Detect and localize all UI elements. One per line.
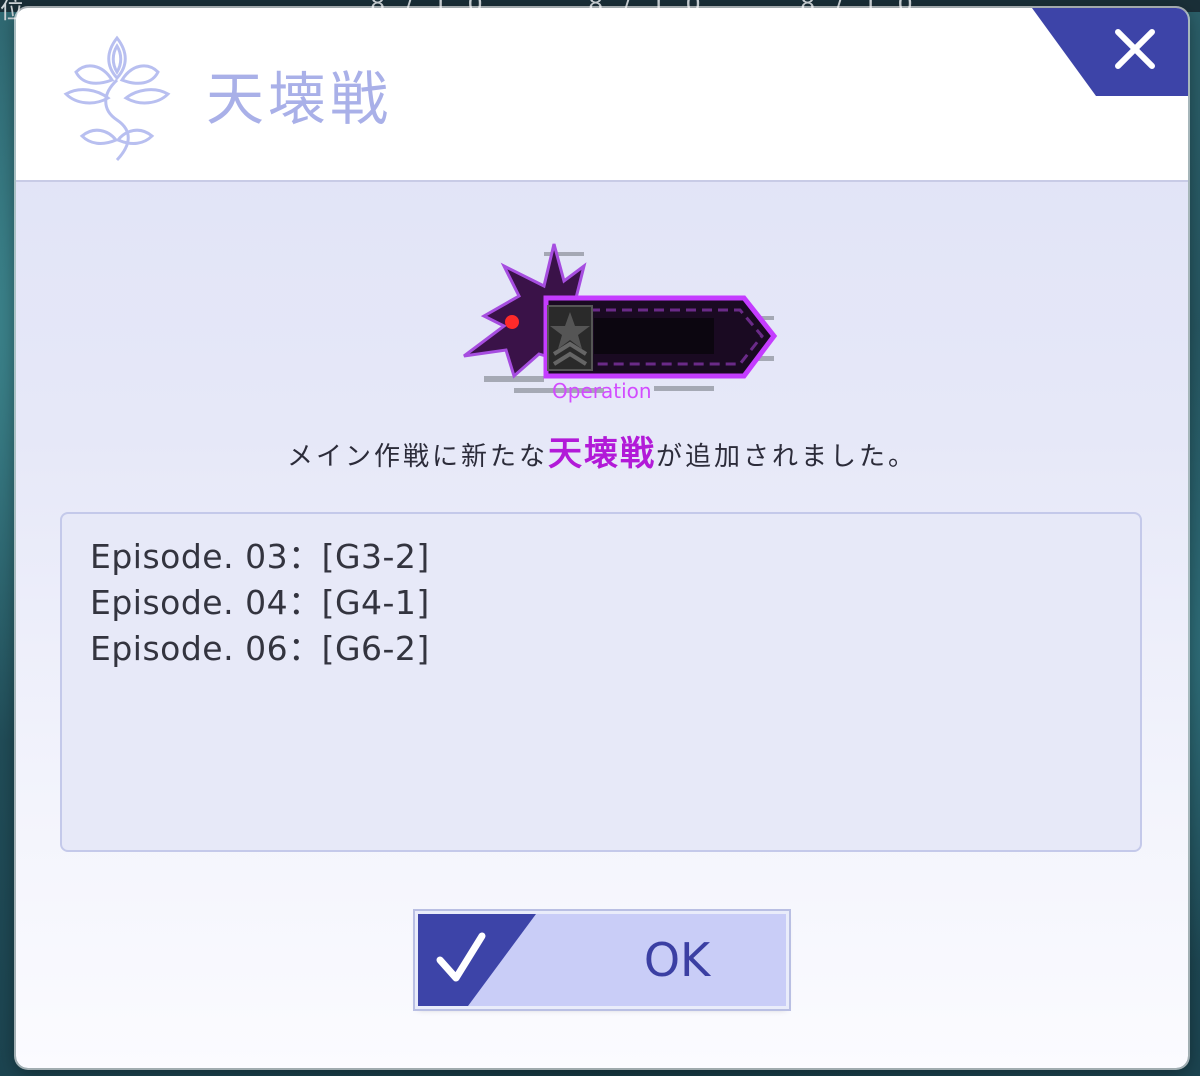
dialog-title: 天壊戦 xyxy=(206,65,393,133)
dialog-header: 天壊戦 xyxy=(16,8,1188,182)
message-text: が追加されました。 xyxy=(656,442,918,472)
message-highlight: 天壊戦 xyxy=(548,434,656,474)
list-item: Episode. 03：[G3-2] xyxy=(90,537,430,576)
banner-text: Operation xyxy=(552,379,652,403)
close-icon[interactable] xyxy=(1032,8,1188,96)
close-button[interactable] xyxy=(1032,8,1188,96)
ok-button-label[interactable]: OK xyxy=(568,914,786,1006)
operation-banner-icon: Operation xyxy=(463,243,778,403)
list-item: Episode. 04：[G4-1] xyxy=(90,583,430,622)
ok-button[interactable]: OK xyxy=(418,914,786,1006)
message-text: メイン作戦に新たな xyxy=(286,442,548,472)
list-item: Episode. 06：[G6-2] xyxy=(90,629,430,668)
flower-emblem-icon xyxy=(63,35,171,162)
new-operation-dialog: 天壊戦 Operation メイン作戦に新たな天壊戦が追加されました。 Epis… xyxy=(16,8,1188,1068)
notification-message: メイン作戦に新たな天壊戦が追加されました。 xyxy=(16,434,1188,477)
episode-list: Episode. 03：[G3-2] Episode. 04：[G4-1] Ep… xyxy=(60,512,1142,852)
